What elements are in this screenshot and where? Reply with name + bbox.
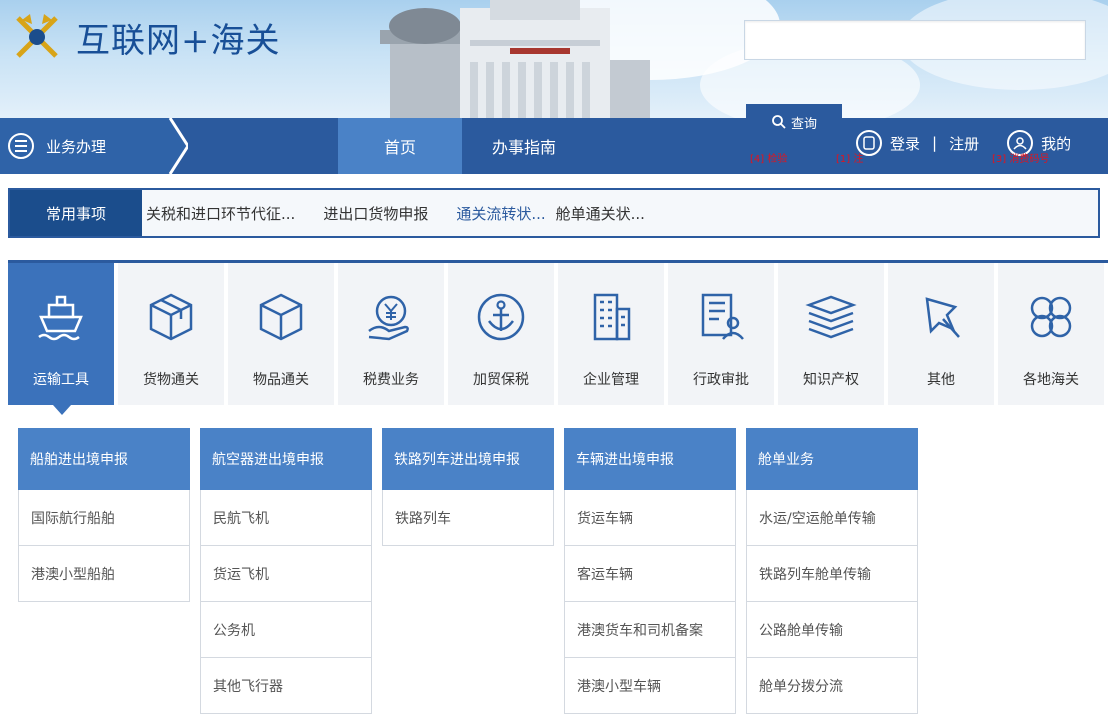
search-icon (772, 115, 786, 129)
common-link[interactable]: 通关流转状... (456, 203, 545, 224)
menu-icon (8, 133, 34, 159)
package-icon (149, 293, 193, 341)
search-input[interactable] (744, 20, 1086, 60)
annotation-note: [3] 消费码号 (992, 154, 1050, 165)
common-items-title: 常用事项 (10, 190, 142, 236)
annotation-note: [1] 注 (836, 154, 864, 165)
panel-item[interactable]: 国际航行船舶 (18, 490, 190, 546)
panel-train-declaration: 铁路列车进出境申报 铁路列车 (382, 428, 554, 546)
panel-item[interactable]: 客运车辆 (564, 546, 736, 602)
common-link[interactable]: 进出口货物申报 (323, 203, 428, 224)
category-label: 加贸保税 (473, 372, 529, 388)
annotation-note: [4] 检验 (750, 154, 788, 165)
panel-item[interactable]: 港澳小型船舶 (18, 546, 190, 602)
main-navbar: 业务办理 首页 办事指南 登录 | 注册 我的 (0, 118, 1108, 174)
panel-item[interactable]: 其他飞行器 (200, 658, 372, 714)
category-tab-articles[interactable]: 物品通关 (228, 263, 334, 405)
panel-aircraft-declaration: 航空器进出境申报 民航飞机 货运飞机 公务机 其他飞行器 (200, 428, 372, 714)
category-label: 各地海关 (1023, 372, 1079, 388)
customs-building-image (380, 0, 650, 118)
yuan-hand-icon (368, 295, 409, 341)
document-person-icon (701, 293, 744, 340)
header-banner: 互联网+海关 (0, 0, 1108, 118)
category-tab-transport[interactable]: 运输工具 (8, 263, 114, 415)
panel-item[interactable]: 公务机 (200, 602, 372, 658)
nav-guide-tab[interactable]: 办事指南 (462, 118, 586, 174)
site-title: 互联网+海关 (76, 20, 281, 61)
nav-home-tab[interactable]: 首页 (338, 118, 462, 174)
common-items-bar: 常用事项 关税和进口环节代征... 进出口货物申报 通关流转状... 舱单通关状… (8, 188, 1100, 238)
common-link[interactable]: 关税和进口环节代征... (146, 203, 295, 224)
category-tab-approval[interactable]: 行政审批 (668, 263, 774, 405)
panel-title[interactable]: 船舶进出境申报 (18, 428, 190, 490)
category-label: 其他 (927, 372, 955, 388)
panel-item[interactable]: 水运/空运舱单传输 (746, 490, 918, 546)
common-link[interactable]: 舱单通关状... (556, 203, 645, 224)
panel-ship-declaration: 船舶进出境申报 国际航行船舶 港澳小型船舶 (18, 428, 190, 602)
business-menu-label: 业务办理 (46, 137, 107, 156)
register-link[interactable]: 注册 (949, 133, 979, 154)
panel-item[interactable]: 民航飞机 (200, 490, 372, 546)
query-button[interactable]: 查询 (746, 104, 842, 140)
panel-title[interactable]: 航空器进出境申报 (200, 428, 372, 490)
panel-item[interactable]: 铁路列车舱单传输 (746, 546, 918, 602)
building-icon (593, 293, 631, 341)
ship-icon (38, 295, 83, 341)
panel-title[interactable]: 铁路列车进出境申报 (382, 428, 554, 490)
nav-separator: | (932, 134, 938, 152)
category-tab-ip[interactable]: 知识产权 (778, 263, 884, 405)
login-link[interactable]: 登录 (890, 133, 920, 154)
panel-item[interactable]: 货运飞机 (200, 546, 372, 602)
panel-item[interactable]: 港澳小型车辆 (564, 658, 736, 714)
category-label: 货物通关 (143, 372, 199, 388)
panel-title[interactable]: 车辆进出境申报 (564, 428, 736, 490)
category-label: 行政审批 (693, 372, 749, 388)
category-label: 税费业务 (363, 372, 419, 388)
query-label: 查询 (790, 116, 817, 132)
business-menu-button[interactable]: 业务办理 (0, 118, 168, 174)
books-icon (805, 295, 857, 339)
category-tab-enterprise[interactable]: 企业管理 (558, 263, 664, 405)
clover-icon (1030, 296, 1072, 338)
category-label: 知识产权 (803, 372, 859, 388)
category-label: 企业管理 (583, 372, 639, 388)
category-tab-bonded[interactable]: 加贸保税 (448, 263, 554, 405)
panel-item[interactable]: 铁路列车 (382, 490, 554, 546)
category-tab-tax[interactable]: 税费业务 (338, 263, 444, 405)
panel-item[interactable]: 港澳货车和司机备案 (564, 602, 736, 658)
category-label: 运输工具 (33, 372, 89, 388)
category-tab-other[interactable]: 其他 (888, 263, 994, 405)
panel-item[interactable]: 公路舱单传输 (746, 602, 918, 658)
category-tabs: 运输工具 货物通关 物品通关 税费业务 加贸保税 企业管理 行政审批 知识产权 … (8, 260, 1108, 415)
category-tab-local-customs[interactable]: 各地海关 (998, 263, 1104, 405)
box-icon (259, 293, 303, 341)
customs-portal-page: 互联网+海关 查询 业务办理 首页 办事指南 登录 | 注册 我的 [4] 检验… (0, 0, 1108, 726)
anchor-icon (477, 293, 525, 341)
panel-item[interactable]: 货运车辆 (564, 490, 736, 546)
panel-vehicle-declaration: 车辆进出境申报 货运车辆 客运车辆 港澳货车和司机备案 港澳小型车辆 (564, 428, 736, 714)
pin-icon (925, 297, 960, 338)
panel-manifest-business: 舱单业务 水运/空运舱单传输 铁路列车舱单传输 公路舱单传输 舱单分拨分流 (746, 428, 918, 714)
category-tab-goods[interactable]: 货物通关 (118, 263, 224, 405)
category-label: 物品通关 (253, 372, 309, 388)
panel-item[interactable]: 舱单分拨分流 (746, 658, 918, 714)
customs-emblem-icon (16, 14, 58, 58)
site-logo[interactable]: 互联网+海关 (8, 8, 281, 66)
chevron-divider-icon (148, 118, 188, 174)
common-items-links: 关税和进口环节代征... 进出口货物申报 通关流转状... 舱单通关状... (146, 190, 645, 236)
panel-title[interactable]: 舱单业务 (746, 428, 918, 490)
